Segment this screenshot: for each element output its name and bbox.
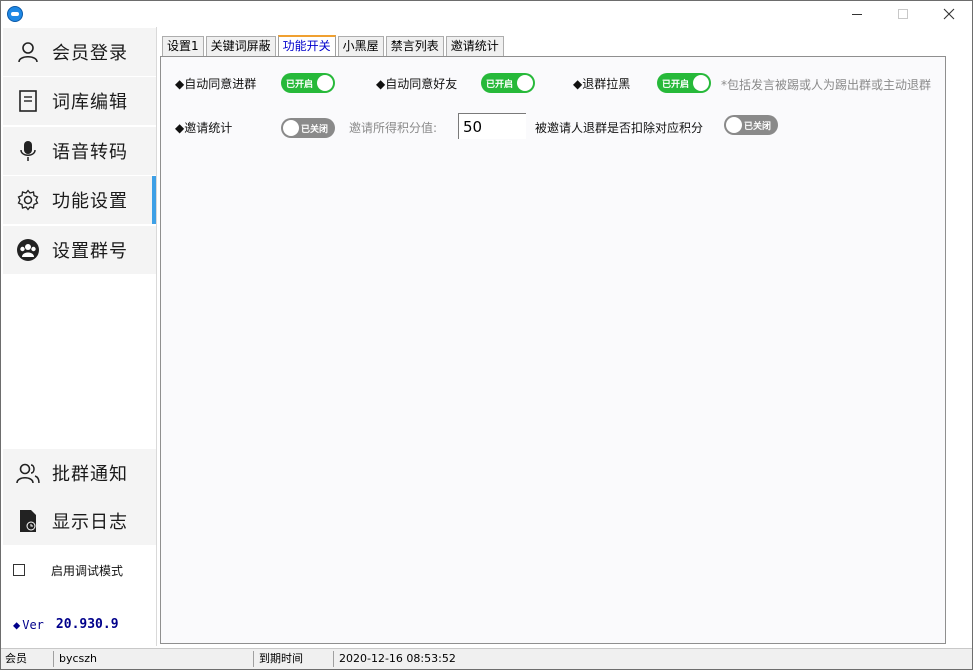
minimize-icon <box>852 13 862 15</box>
sidebar-item-settings[interactable]: 功能设置 <box>3 176 156 224</box>
leave-blacklist-toggle[interactable]: 已开启 <box>657 73 711 93</box>
sidebar-item-notify[interactable]: 批群通知 <box>3 449 156 497</box>
status-expire-label: 到期时间 <box>259 652 303 665</box>
tab-bar: 设置1 关键词屏蔽 功能开关 小黑屋 禁言列表 邀请统计 <box>162 35 506 57</box>
leave-note: *包括发言被踢或人为踢出群或主动退群 <box>721 78 932 92</box>
toggle-knob <box>726 117 742 133</box>
version-label: Ver <box>22 617 44 632</box>
app-logo-icon <box>7 6 23 22</box>
status-divider <box>53 651 54 667</box>
invite-points-input[interactable] <box>458 113 526 139</box>
microphone-icon <box>16 139 40 163</box>
auto-add-friend-toggle[interactable]: 已开启 <box>481 73 535 93</box>
status-bar: 会员 bycszh 到期时间 2020-12-16 08:53:52 <box>1 648 972 669</box>
feature-switch-panel: ◆自动同意进群 已开启 ◆自动同意好友 已开启 ◆退群拉黑 已开启 *包括发言被… <box>160 56 946 644</box>
sidebar-item-label: 批群通知 <box>52 464 128 485</box>
users-icon <box>16 461 40 485</box>
user-icon <box>16 40 40 64</box>
maximize-button[interactable] <box>880 1 926 27</box>
version-number: 20.930.9 <box>55 617 119 632</box>
sidebar-item-dict[interactable]: 词库编辑 <box>3 77 156 125</box>
toggle-knob <box>283 120 299 136</box>
diamond-icon: ◆ <box>13 617 21 632</box>
debug-mode-checkbox[interactable] <box>13 564 25 576</box>
invite-stats-toggle[interactable]: 已关闭 <box>281 118 335 138</box>
toggle-knob <box>693 75 709 91</box>
tab-invite-stats[interactable]: 邀请统计 <box>445 36 504 57</box>
auto-add-friend-label: ◆自动同意好友 <box>376 77 458 91</box>
gear-icon <box>16 188 40 212</box>
close-button[interactable] <box>926 1 972 27</box>
tab-settings1[interactable]: 设置1 <box>162 36 204 57</box>
tab-mute-list[interactable]: 禁言列表 <box>385 36 444 57</box>
status-member-value: bycszh <box>59 652 98 665</box>
toggle-state-text: 已关闭 <box>301 125 329 135</box>
app-window: 会员登录 词库编辑 语音转码 功能设置 设置群号 批群通知 显示日志 启用调试模… <box>0 0 973 670</box>
tab-feature-switch[interactable]: 功能开关 <box>277 35 336 57</box>
sidebar-item-label: 会员登录 <box>52 43 128 64</box>
status-divider <box>253 651 254 667</box>
sidebar-item-label: 设置群号 <box>52 241 128 262</box>
document-icon <box>16 89 40 113</box>
deduct-points-toggle[interactable]: 已关闭 <box>724 115 778 135</box>
invite-points-label: 邀请所得积分值: <box>349 121 438 135</box>
minimize-button[interactable] <box>834 1 880 27</box>
leave-blacklist-label: ◆退群拉黑 <box>573 77 631 91</box>
status-divider <box>333 651 334 667</box>
sidebar-item-label: 语音转码 <box>52 142 128 163</box>
maximize-icon <box>898 9 908 19</box>
toggle-state-text: 已开启 <box>486 80 514 90</box>
deduct-points-label: 被邀请人退群是否扣除对应积分 <box>535 121 704 135</box>
tab-blacklist-room[interactable]: 小黑屋 <box>337 36 384 57</box>
status-expire-value: 2020-12-16 08:53:52 <box>339 652 456 665</box>
toggle-state-text: 已开启 <box>662 80 690 90</box>
sidebar-item-voice[interactable]: 语音转码 <box>3 127 156 175</box>
toggle-knob <box>517 75 533 91</box>
invite-stats-label: ◆邀请统计 <box>175 121 233 135</box>
sidebar-item-label: 功能设置 <box>52 191 128 212</box>
sidebar-item-label: 词库编辑 <box>52 92 128 113</box>
toggle-state-text: 已关闭 <box>744 122 772 132</box>
tab-keyword-block[interactable]: 关键词屏蔽 <box>205 36 276 57</box>
debug-mode-row: 启用调试模式 <box>3 555 156 585</box>
sidebar-item-login[interactable]: 会员登录 <box>3 28 156 76</box>
group-icon <box>16 238 40 262</box>
log-icon <box>16 509 40 533</box>
version-info: ◆ Ver 20.930.9 <box>13 617 119 632</box>
sidebar: 会员登录 词库编辑 语音转码 功能设置 设置群号 批群通知 显示日志 启用调试模… <box>3 27 156 646</box>
sidebar-divider <box>156 27 157 646</box>
toggle-state-text: 已开启 <box>286 80 314 90</box>
title-bar <box>1 1 972 27</box>
toggle-knob <box>317 75 333 91</box>
debug-mode-label: 启用调试模式 <box>51 563 124 578</box>
sidebar-item-label: 显示日志 <box>52 512 128 533</box>
auto-join-group-toggle[interactable]: 已开启 <box>281 73 335 93</box>
status-member-label: 会员 <box>5 652 27 665</box>
sidebar-item-group[interactable]: 设置群号 <box>3 226 156 274</box>
sidebar-item-log[interactable]: 显示日志 <box>3 497 156 545</box>
close-icon <box>943 8 955 20</box>
auto-join-group-label: ◆自动同意进群 <box>175 77 257 91</box>
